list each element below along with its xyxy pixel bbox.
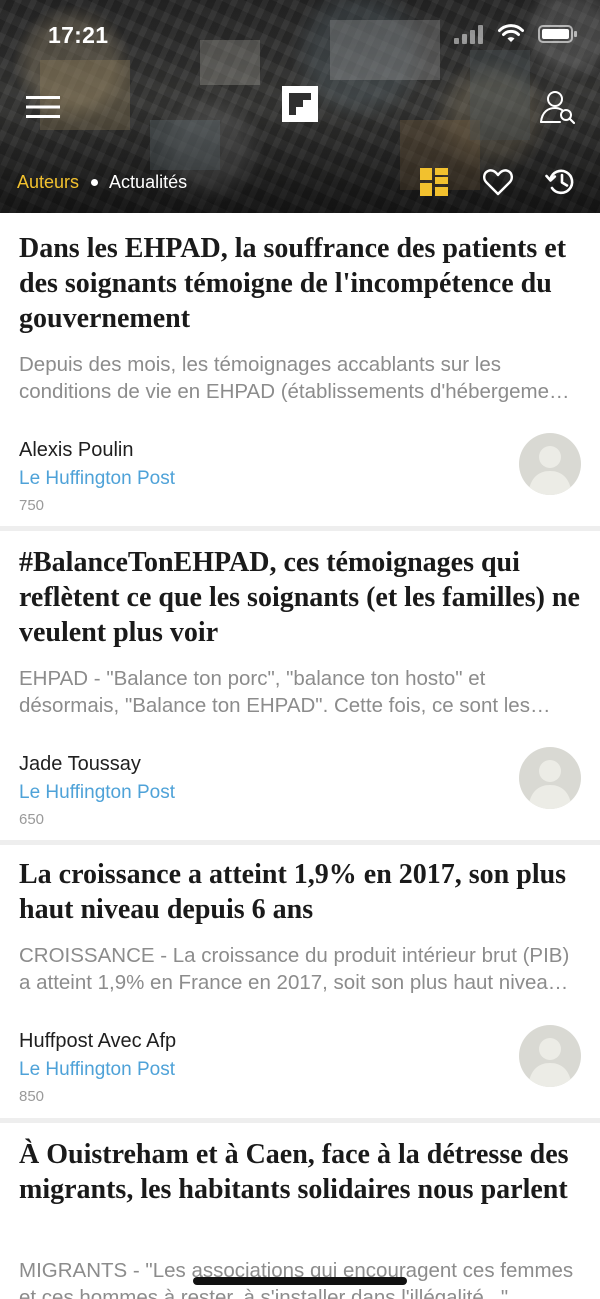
article-excerpt: Depuis des mois, les témoignages accabla…: [19, 353, 567, 403]
author-avatar[interactable]: [519, 433, 581, 495]
article-card[interactable]: La croissance a atteint 1,9% en 2017, so…: [0, 845, 600, 1118]
hamburger-menu-icon: [26, 96, 60, 118]
battery-icon: [538, 24, 578, 44]
home-indicator[interactable]: [193, 1277, 407, 1285]
article-title[interactable]: #BalanceTonEHPAD, ces témoignages qui re…: [19, 545, 584, 650]
status-icons: [454, 24, 578, 44]
heart-icon: [483, 169, 513, 196]
author-avatar[interactable]: [519, 747, 581, 809]
article-excerpt: CROISSANCE - La croissance du produit in…: [19, 944, 570, 994]
article-excerpt: EHPAD - "Balance ton porc", "balance ton…: [19, 667, 530, 717]
layout-toggle-button[interactable]: [418, 166, 450, 198]
menu-button[interactable]: [24, 92, 62, 122]
flipboard-logo[interactable]: [282, 86, 318, 122]
header: 17:21 Auteurs Actualités: [0, 0, 600, 213]
article-author[interactable]: Jade Toussay: [19, 753, 141, 776]
article-count: 650: [19, 811, 45, 828]
article-source-link[interactable]: Le Huffington Post: [19, 468, 175, 490]
breadcrumb-separator: [91, 179, 99, 186]
grid-layout-icon: [420, 168, 448, 196]
article-source-link[interactable]: Le Huffington Post: [19, 1059, 175, 1081]
article-card[interactable]: À Ouistreham et à Caen, face à la détres…: [0, 1123, 600, 1299]
author-avatar[interactable]: [519, 1025, 581, 1087]
article-author[interactable]: Alexis Poulin: [19, 439, 134, 462]
article-count: 750: [19, 497, 45, 514]
profile-search-icon: [540, 91, 576, 125]
breadcrumb-current: Actualités: [109, 172, 188, 192]
app-screen: 17:21 Auteurs Actualités Dans les EHPAD,…: [0, 0, 600, 1299]
article-card[interactable]: #BalanceTonEHPAD, ces témoignages qui re…: [0, 531, 600, 840]
article-count: 850: [19, 1088, 45, 1105]
avatar-placeholder-icon: [528, 760, 572, 809]
history-button[interactable]: [545, 166, 577, 198]
article-title[interactable]: Dans les EHPAD, la souffrance des patien…: [19, 231, 584, 336]
article-title[interactable]: À Ouistreham et à Caen, face à la détres…: [19, 1137, 584, 1207]
article-source-link[interactable]: Le Huffington Post: [19, 782, 175, 804]
breadcrumb-authors-link[interactable]: Auteurs: [17, 172, 79, 193]
article-author[interactable]: Huffpost Avec Afp: [19, 1030, 176, 1053]
favorites-button[interactable]: [482, 166, 514, 198]
article-title[interactable]: La croissance a atteint 1,9% en 2017, so…: [19, 857, 584, 927]
avatar-placeholder-icon: [528, 1038, 572, 1087]
status-time: 17:21: [48, 22, 109, 48]
article-card[interactable]: Dans les EHPAD, la souffrance des patien…: [0, 213, 600, 526]
avatar-placeholder-icon: [528, 446, 572, 495]
profile-search-button[interactable]: [538, 88, 576, 126]
history-icon: [545, 169, 574, 195]
breadcrumb: Auteurs Actualités: [17, 172, 187, 193]
signal-icon: [454, 24, 484, 44]
wifi-icon: [498, 24, 524, 44]
